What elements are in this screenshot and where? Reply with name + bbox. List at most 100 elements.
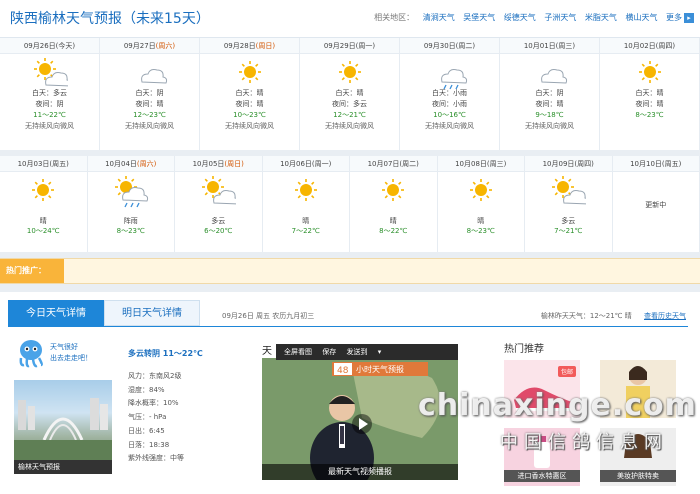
day-date-header: 10月10日(周五) bbox=[612, 156, 699, 172]
octopus-mascot-icon bbox=[19, 340, 43, 368]
day-date: 09月28日 bbox=[223, 42, 256, 50]
day-date: 09月29日 bbox=[323, 42, 356, 50]
hot-promo-label: 热门推广： bbox=[0, 259, 64, 283]
forecast-day-7[interactable]: 10月03日(周五) 晴 10～24℃ bbox=[0, 156, 88, 252]
day-temp: 7～21℃ bbox=[554, 227, 583, 235]
day-weekday: (今天) bbox=[55, 42, 76, 50]
history-weather-link[interactable]: 查看历史天气 bbox=[644, 312, 686, 320]
forecast-day-12[interactable]: 10月08日(周三) 晴 8～23℃ bbox=[437, 156, 525, 252]
partly-cloudy-icon bbox=[0, 54, 99, 88]
save-button[interactable]: 保存 bbox=[322, 348, 336, 356]
forecast-day-6[interactable]: 10月02日(周四) 白天：晴 夜间：晴 8～23℃ bbox=[600, 38, 700, 150]
forecast-day-2[interactable]: 09月28日(周日) 白天：晴 夜间：晴 10～23℃ 无持续风向微风 bbox=[200, 38, 300, 150]
hot-caption-perfume[interactable]: 进口香水特惠区 bbox=[504, 470, 580, 482]
mascot-text-1: 天气很好 bbox=[50, 343, 78, 351]
yesterday-info: 榆林昨天天气：12～21℃ 晴 查看历史天气 bbox=[541, 311, 686, 321]
day-weekday: (周四) bbox=[655, 42, 676, 50]
hot-recommend-title: 热门推荐 bbox=[504, 344, 544, 355]
nearby-regions: 相关地区： 清涧天气 吴堡天气 绥德天气 子洲天气 米脂天气 横山天气 更多 ▸ bbox=[374, 12, 694, 23]
day-weekday: (周日) bbox=[255, 42, 276, 50]
nearby-link-mizhi[interactable]: 米脂天气 bbox=[585, 13, 617, 22]
day-weekday: (周一) bbox=[311, 160, 332, 168]
forecast-day-10[interactable]: 10月06日(周一) 晴 7～22℃ bbox=[262, 156, 350, 252]
sun-icon bbox=[200, 54, 299, 88]
day-temp: 9～18℃ bbox=[535, 111, 564, 119]
fullscreen-button[interactable]: 全屏看图 bbox=[284, 348, 312, 356]
day-condition: 阵雨 bbox=[123, 217, 138, 225]
city-photo bbox=[14, 380, 112, 462]
day-weekday: (周六) bbox=[136, 160, 157, 168]
today-detail-list: 风力：东南风2级 湿度：84% 降水概率：10% 气压：- hPa 日出：6:4… bbox=[128, 370, 184, 466]
today-summary: 多云转阴 11～22℃ bbox=[128, 349, 203, 358]
day-date: 10月04日 bbox=[105, 160, 137, 168]
nearby-link-hengshan[interactable]: 横山天气 bbox=[625, 13, 657, 22]
day-date: 09月27日 bbox=[123, 42, 156, 50]
day-condition: 晴 bbox=[302, 217, 310, 225]
forecast-day-0[interactable]: 09月26日(今天) 白天：多云 夜间：阴 11～22℃ 无持续风向微风 bbox=[0, 38, 100, 150]
day-condition: 晴 bbox=[39, 217, 47, 225]
forecast-day-1[interactable]: 09月27日(周六) 白天：阴 夜间：晴 12～23℃ 无持续风向微风 bbox=[100, 38, 200, 150]
day-weekday: (周六) bbox=[155, 42, 176, 50]
day-date: 10月09日 bbox=[542, 160, 575, 168]
send-to-button[interactable]: 发送到 bbox=[346, 348, 367, 356]
video-section-title: 天 bbox=[262, 346, 272, 357]
forecast-day-4[interactable]: 09月30日(周二) 白天：小雨 夜间：小雨 10～16℃ 无持续风向微风 bbox=[400, 38, 500, 150]
sun-icon bbox=[350, 172, 437, 206]
day-wind: 无持续风向微风 bbox=[325, 122, 374, 130]
day-temp: 7～22℃ bbox=[291, 227, 320, 235]
day-date: 10月01日 bbox=[523, 42, 556, 50]
day-weekday: (周五) bbox=[661, 160, 682, 168]
yesterday-weather: 榆林昨天天气：12～21℃ 晴 bbox=[540, 312, 632, 320]
page-title: 陕西榆林天气预报（未来15天） bbox=[10, 11, 210, 27]
video-inner-number: 48 bbox=[337, 366, 349, 376]
tab-divider bbox=[8, 326, 688, 327]
day-night: 夜间：小雨 bbox=[432, 100, 467, 108]
forecast-day-3[interactable]: 09月29日(周一) 白天：晴 夜间：多云 12～21℃ 无持续风向微风 bbox=[300, 38, 400, 150]
day-condition: 更新中 bbox=[645, 201, 667, 209]
day-condition: 多云 bbox=[561, 217, 576, 225]
day-date-header: 10月06日(周一) bbox=[262, 156, 349, 172]
day-weekday: (周一) bbox=[355, 42, 376, 50]
detail-pressure: 气压：- hPa bbox=[128, 413, 167, 422]
date-line: 09月26日 周五 农历九月初三 bbox=[222, 312, 315, 320]
forecast-day-5[interactable]: 10月01日(周三) 白天：阴 夜间：晴 9～18℃ 无持续风向微风 bbox=[500, 38, 600, 150]
day-date-header: 09月27日(周六) bbox=[100, 38, 199, 54]
day-condition: 晴 bbox=[389, 217, 397, 225]
forecast-day-11[interactable]: 10月07日(周二) 晴 8～22℃ bbox=[350, 156, 438, 252]
nearby-link-qingjian[interactable]: 清涧天气 bbox=[423, 13, 455, 22]
more-link[interactable]: 更多 bbox=[666, 13, 682, 22]
forecast-day-8[interactable]: 10月04日(周六) 阵雨 8～23℃ bbox=[87, 156, 175, 252]
nearby-link-zizhou[interactable]: 子洲天气 bbox=[544, 13, 576, 22]
day-date-header: 09月28日(周日) bbox=[200, 38, 299, 54]
day-night: 夜间：晴 bbox=[635, 100, 664, 108]
day-date-header: 10月01日(周三) bbox=[500, 38, 599, 54]
day-wind: 无持续风向微风 bbox=[525, 122, 574, 130]
detail-precip: 降水概率：10% bbox=[128, 399, 179, 408]
dropdown-icon[interactable]: ▾ bbox=[378, 348, 382, 356]
day-temp: 8～22℃ bbox=[379, 227, 408, 235]
day-wind: 无持续风向微风 bbox=[225, 122, 274, 130]
hot-caption-beauty[interactable]: 美妆护肤特卖 bbox=[600, 470, 676, 482]
forecast-row-1: 09月26日(今天) 白天：多云 夜间：阴 11～22℃ 无持续风向微风 09月27日(周… bbox=[0, 38, 700, 150]
forecast-day-13[interactable]: 10月09日(周四) 多云 7～21℃ bbox=[525, 156, 613, 252]
day-date-header: 10月08日(周三) bbox=[437, 156, 524, 172]
day-weekday: (周三) bbox=[486, 160, 507, 168]
nearby-link-wubao[interactable]: 吴堡天气 bbox=[463, 13, 495, 22]
tab-tomorrow-detail[interactable]: 明日天气详情 bbox=[104, 300, 200, 326]
video-caption[interactable]: 最新天气视频播报 bbox=[262, 464, 458, 480]
detail-sunset: 日落：18:38 bbox=[128, 440, 170, 449]
more-arrow-icon[interactable]: ▸ bbox=[684, 13, 694, 23]
day-night: 夜间：阴 bbox=[35, 100, 64, 108]
day-night: 夜间：晴 bbox=[535, 100, 564, 108]
day-temp: 12～23℃ bbox=[133, 111, 166, 119]
day-night: 夜间：晴 bbox=[235, 100, 264, 108]
tab-today-detail[interactable]: 今日天气详情 bbox=[8, 300, 104, 326]
sun-icon bbox=[0, 172, 87, 206]
nearby-label: 相关地区： bbox=[374, 13, 415, 22]
day-date-header: 10月07日(周二) bbox=[350, 156, 437, 172]
watermark-chinese: 中国信鸽信息网 bbox=[500, 432, 668, 453]
forecast-day-9[interactable]: 10月05日(周日) 多云 6～20℃ bbox=[175, 156, 263, 252]
sun-icon bbox=[263, 172, 350, 206]
nearby-link-suide[interactable]: 绥德天气 bbox=[504, 13, 536, 22]
forecast-day-14[interactable]: 10月10日(周五) 更新中 bbox=[612, 156, 700, 252]
